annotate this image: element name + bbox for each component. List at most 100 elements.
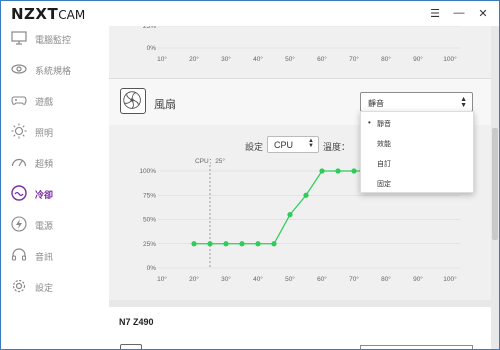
minimize-icon: — xyxy=(453,7,465,19)
sidebar-item-label: 音訊 xyxy=(35,252,54,262)
y-tick-label: 100% xyxy=(139,168,156,175)
menu-item-performance[interactable]: 效能 xyxy=(361,134,473,153)
sidebar-item-label: 遊戲 xyxy=(35,97,54,107)
x-tick-label: 60° xyxy=(317,55,327,63)
fan-icon xyxy=(120,88,146,114)
y-tick-label: 50% xyxy=(143,217,156,224)
sidebar-item-label: 超頻 xyxy=(35,159,54,169)
sidebar-item-overclock[interactable]: 超頻 xyxy=(1,150,109,174)
gamepad-icon xyxy=(11,92,27,108)
y-tick-label: 25% xyxy=(143,241,156,248)
curve-point[interactable] xyxy=(255,241,261,247)
motherboard-card-title: N7 Z490 xyxy=(119,317,154,327)
title-bar: NZXTCAM ☰ — ✕ xyxy=(1,1,499,26)
x-tick-label: 50° xyxy=(285,55,295,63)
x-tick-label: 20° xyxy=(189,55,199,63)
x-tick-label: 70° xyxy=(349,275,359,283)
menu-item-label: 靜音 xyxy=(377,121,391,128)
sidebar-item-label: 設定 xyxy=(35,283,54,293)
logo-main: NZXT xyxy=(11,5,59,23)
sidebar-item-cooling[interactable]: 冷卻 xyxy=(1,181,109,205)
speedometer-icon xyxy=(11,154,27,170)
fan-profile-menu: • 靜音 效能 自訂 固定 xyxy=(360,111,474,193)
cooling-icon xyxy=(11,185,27,201)
curve-point[interactable] xyxy=(207,241,213,247)
app-window: NZXTCAM ☰ — ✕ 電腦監控 系統規格 遊戲 照明 超頻 冷卻 電源 音… xyxy=(0,0,500,350)
device-icon xyxy=(120,344,142,349)
sidebar-item-label: 電腦監控 xyxy=(35,35,72,45)
close-icon: ✕ xyxy=(478,7,488,20)
fan-profile-dropdown[interactable]: 靜音 ▲ ▼ xyxy=(360,92,473,112)
sidebar-item-label: 照明 xyxy=(35,128,54,138)
y-tick-label: 0% xyxy=(147,265,157,272)
x-tick-label: 20° xyxy=(189,275,199,283)
x-tick-label: 10° xyxy=(157,275,167,283)
previous-fan-curve-card: 25% 0% 10° 20° 30° 40° 50° 60° 70° 80° 90° 100° xyxy=(109,26,491,78)
curve-point[interactable] xyxy=(223,241,229,247)
y-tick-label: 0% xyxy=(147,45,157,52)
updown-arrow-icon: ▲ ▼ xyxy=(308,138,314,149)
x-tick-label: 50° xyxy=(285,275,295,283)
x-tick-label: 60° xyxy=(317,275,327,283)
menu-item-label: 固定 xyxy=(377,181,391,188)
motherboard-card: N7 Z490 xyxy=(109,307,491,349)
sidebar: 電腦監控 系統規格 遊戲 照明 超頻 冷卻 電源 音訊 設定 xyxy=(1,26,109,349)
selected-dot-icon: • xyxy=(368,118,371,127)
x-tick-label: 40° xyxy=(253,55,263,63)
hamburger-icon: ☰ xyxy=(430,7,440,20)
motherboard-profile-dropdown[interactable] xyxy=(360,345,473,349)
curve-point[interactable] xyxy=(271,241,277,247)
menu-item-silent[interactable]: • 靜音 xyxy=(361,114,473,133)
lightning-icon xyxy=(11,216,27,232)
temperature-label: 溫度： xyxy=(323,142,351,152)
temperature-source-select[interactable]: CPU ▲ ▼ xyxy=(267,136,319,153)
sidebar-item-label: 系統規格 xyxy=(35,66,72,76)
curve-point[interactable] xyxy=(319,168,325,174)
curve-point[interactable] xyxy=(351,168,357,174)
monitor-icon xyxy=(11,30,27,46)
x-tick-label: 70° xyxy=(349,55,359,63)
eye-icon xyxy=(11,61,27,77)
x-tick-label: 30° xyxy=(221,55,231,63)
menu-item-custom[interactable]: 自訂 xyxy=(361,154,473,173)
menu-button[interactable]: ☰ xyxy=(423,3,447,23)
curve-point[interactable] xyxy=(191,241,197,247)
close-button[interactable]: ✕ xyxy=(471,3,495,23)
curve-point[interactable] xyxy=(303,192,309,198)
sidebar-item-settings[interactable]: 設定 xyxy=(1,274,109,298)
x-tick-label: 80° xyxy=(381,55,391,63)
minimize-button[interactable]: — xyxy=(447,3,471,23)
scrollbar-thumb[interactable] xyxy=(492,128,498,240)
menu-item-label: 效能 xyxy=(377,141,391,148)
fan-card-title: 風扇 xyxy=(154,99,176,111)
y-tick-label: 25% xyxy=(143,26,156,30)
sidebar-item-power[interactable]: 電源 xyxy=(1,212,109,236)
lighting-icon xyxy=(11,123,27,139)
x-tick-label: 10° xyxy=(157,55,167,63)
x-tick-label: 100° xyxy=(443,275,457,283)
menu-item-label: 自訂 xyxy=(377,161,391,168)
control-label: 設定 xyxy=(245,142,264,152)
gear-icon xyxy=(11,278,27,294)
sidebar-item-label: 電源 xyxy=(35,221,54,231)
curve-point[interactable] xyxy=(239,241,245,247)
sidebar-item-specs[interactable]: 系統規格 xyxy=(1,57,109,81)
x-tick-label: 90° xyxy=(413,275,423,283)
previous-fan-curve-chart: 25% 0%10° 20° 30° 40° 50° 60° 70° 80° 90° 100° xyxy=(143,26,460,63)
sidebar-item-lighting[interactable]: 照明 xyxy=(1,119,109,143)
sidebar-item-audio[interactable]: 音訊 xyxy=(1,243,109,267)
menu-item-fixed[interactable]: 固定 xyxy=(361,174,473,193)
x-tick-label: 90° xyxy=(413,55,423,63)
logo-sub: CAM xyxy=(58,8,86,22)
current-temp-label: CPU：25° xyxy=(195,157,225,165)
y-tick-label: 75% xyxy=(143,192,156,199)
x-tick-label: 30° xyxy=(221,275,231,283)
x-tick-label: 100° xyxy=(443,55,457,63)
updown-arrow-icon: ▲ ▼ xyxy=(460,96,467,109)
sidebar-item-monitoring[interactable]: 電腦監控 xyxy=(1,26,109,50)
fan-curve-line xyxy=(194,170,370,245)
sidebar-item-label: 冷卻 xyxy=(35,190,54,200)
sidebar-item-games[interactable]: 遊戲 xyxy=(1,88,109,112)
curve-point[interactable] xyxy=(335,168,341,174)
curve-point[interactable] xyxy=(287,212,293,218)
